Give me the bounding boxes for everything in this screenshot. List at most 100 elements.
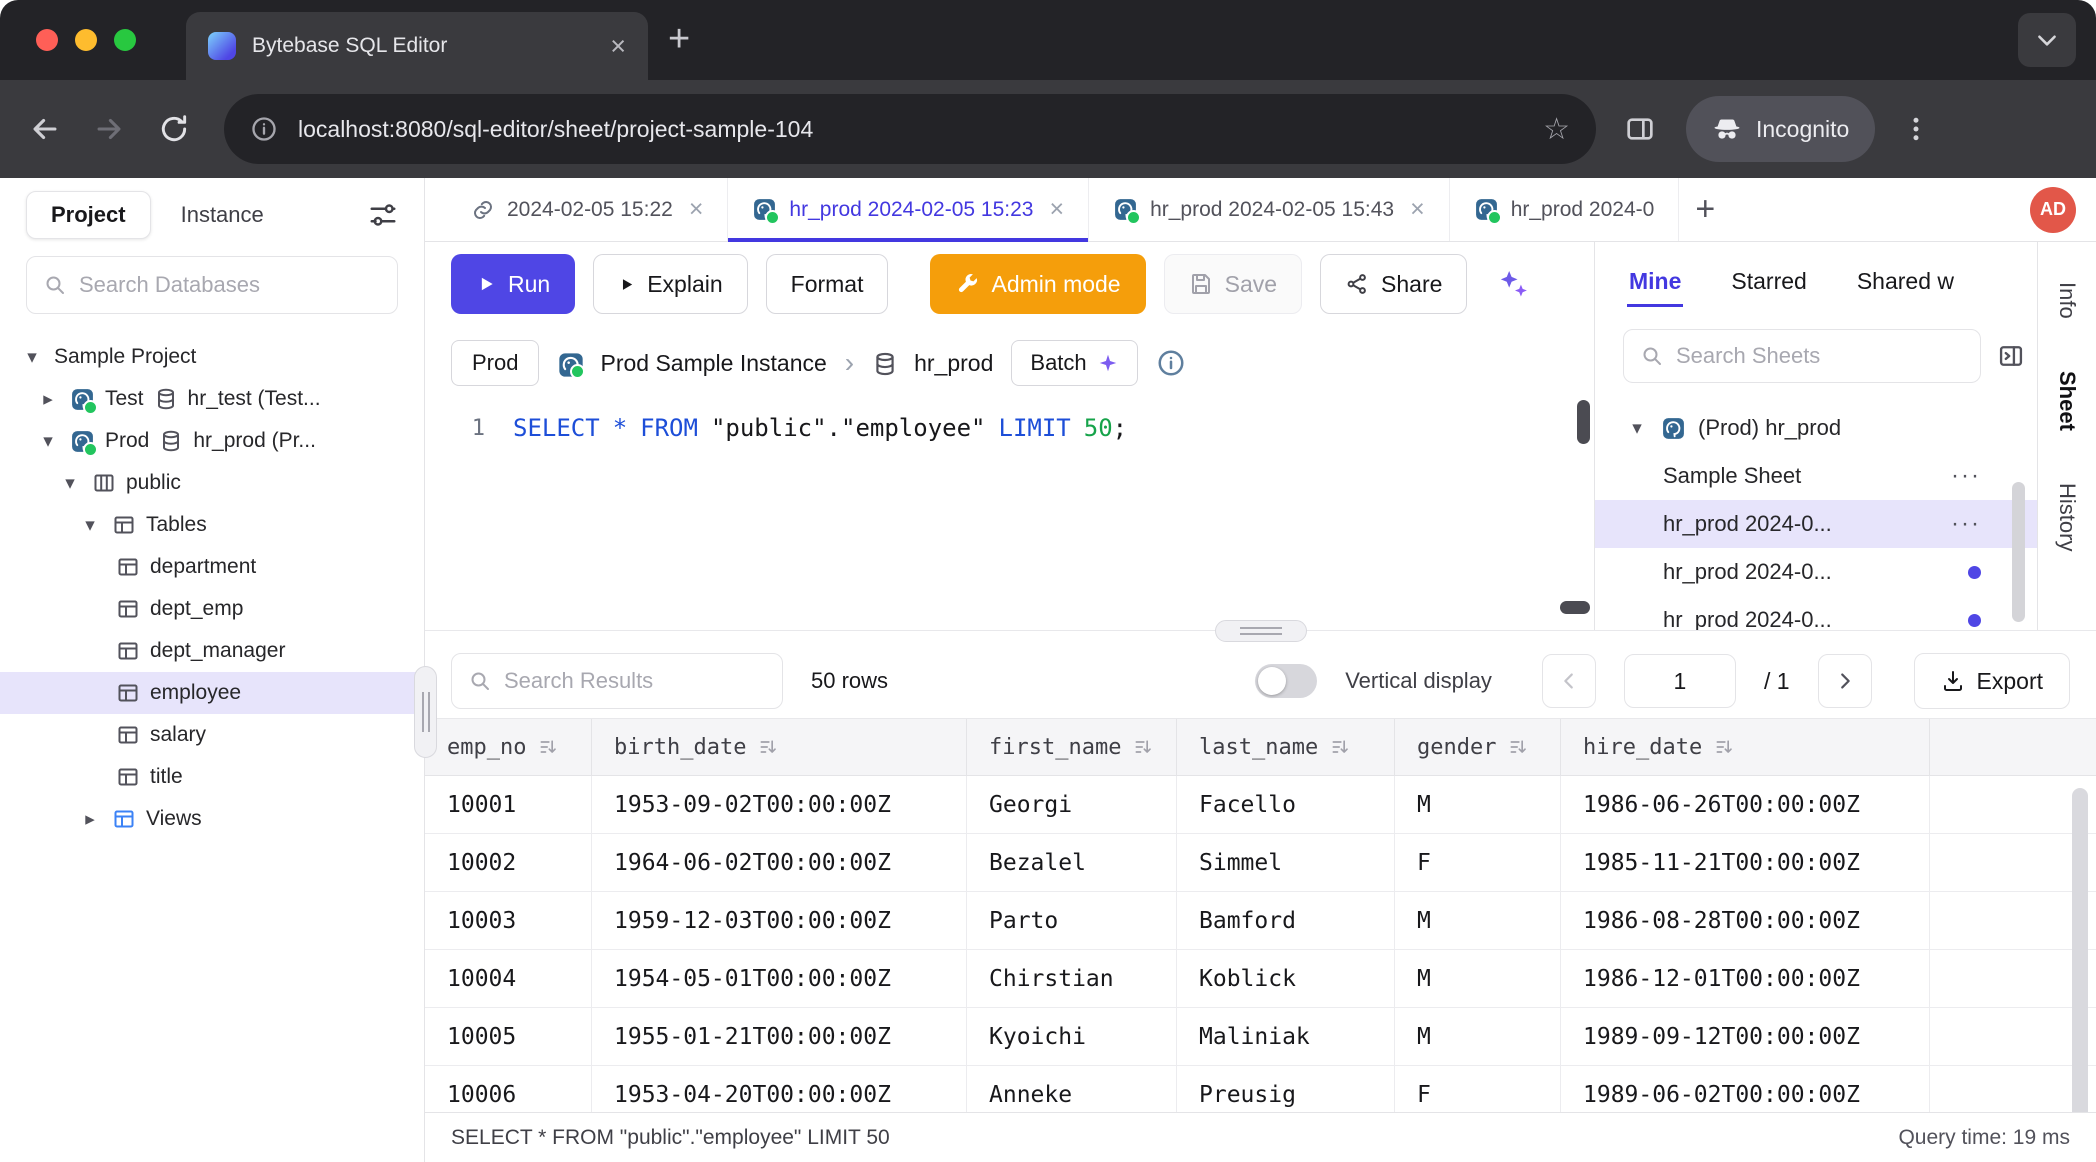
- sort-icon[interactable]: [1714, 737, 1734, 757]
- strip-tab-info[interactable]: Info: [2054, 282, 2080, 319]
- column-header-hire-date[interactable]: hire_date: [1561, 719, 1930, 775]
- database-search-input[interactable]: [79, 272, 381, 298]
- tree-item-table-dept-emp[interactable]: dept_emp: [0, 588, 424, 630]
- sort-icon[interactable]: [1133, 737, 1153, 757]
- sheet-panel-scrollbar[interactable]: [2012, 482, 2025, 622]
- next-page-button[interactable]: [1818, 654, 1872, 708]
- vertical-display-toggle[interactable]: [1255, 664, 1317, 698]
- explain-button[interactable]: Explain: [593, 254, 747, 314]
- collapse-panel-button[interactable]: [1997, 342, 2025, 370]
- browser-menu-button[interactable]: [1901, 114, 1931, 144]
- database-name[interactable]: hr_prod: [914, 350, 993, 377]
- cell[interactable]: 10005: [425, 1008, 592, 1065]
- results-search[interactable]: [451, 653, 783, 709]
- caret-down-icon[interactable]: ▾: [20, 346, 44, 369]
- environment-chip[interactable]: Prod: [451, 340, 539, 386]
- tab-starred[interactable]: Starred: [1729, 248, 1808, 315]
- forward-button[interactable]: [92, 112, 126, 146]
- cell[interactable]: 1954-05-01T00:00:00Z: [592, 950, 967, 1007]
- close-tab-icon[interactable]: ×: [689, 195, 704, 224]
- database-search[interactable]: [26, 256, 398, 314]
- strip-tab-sheet[interactable]: Sheet: [2054, 371, 2080, 431]
- share-button[interactable]: Share: [1320, 254, 1467, 314]
- tree-item-sample-project[interactable]: ▾ Sample Project: [0, 336, 424, 378]
- bookmark-star-icon[interactable]: ☆: [1543, 112, 1570, 147]
- cell[interactable]: 1986-08-28T00:00:00Z: [1561, 892, 1930, 949]
- reload-button[interactable]: [158, 113, 190, 145]
- cell[interactable]: 1985-11-21T00:00:00Z: [1561, 834, 1930, 891]
- editor-tab-active[interactable]: hr_prod 2024-02-05 15:23 ×: [728, 178, 1089, 241]
- instance-name[interactable]: Prod Sample Instance: [600, 350, 826, 377]
- sheet-more-button[interactable]: ···: [1951, 462, 1981, 490]
- editor-vertical-scrollbar[interactable]: [1577, 400, 1590, 444]
- format-button[interactable]: Format: [766, 254, 889, 314]
- admin-mode-button[interactable]: Admin mode: [930, 254, 1145, 314]
- table-row[interactable]: 100051955-01-21T00:00:00ZKyoichiMaliniak…: [425, 1008, 2096, 1066]
- column-header-first-name[interactable]: first_name: [967, 719, 1177, 775]
- cell[interactable]: Simmel: [1177, 834, 1395, 891]
- caret-down-icon[interactable]: ▾: [78, 514, 102, 537]
- cell[interactable]: Koblick: [1177, 950, 1395, 1007]
- export-button[interactable]: Export: [1914, 653, 2070, 709]
- sort-icon[interactable]: [1330, 737, 1350, 757]
- cell[interactable]: F: [1395, 1066, 1561, 1112]
- sort-icon[interactable]: [1508, 737, 1528, 757]
- sort-icon[interactable]: [758, 737, 778, 757]
- table-row[interactable]: 100011953-09-02T00:00:00ZGeorgiFacelloM1…: [425, 776, 2096, 834]
- connection-info-button[interactable]: [1156, 348, 1186, 378]
- column-header-birth-date[interactable]: birth_date: [592, 719, 967, 775]
- sheet-item-selected[interactable]: hr_prod 2024-0... ···: [1595, 500, 2037, 548]
- cell[interactable]: 1986-12-01T00:00:00Z: [1561, 950, 1930, 1007]
- tree-item-schema-public[interactable]: ▾ public: [0, 462, 424, 504]
- minimize-window-button[interactable]: [75, 29, 97, 51]
- editor-tab-2[interactable]: hr_prod 2024-02-05 15:43 ×: [1089, 178, 1450, 241]
- tab-instance[interactable]: Instance: [181, 202, 264, 228]
- prev-page-button[interactable]: [1542, 654, 1596, 708]
- caret-down-icon[interactable]: ▾: [1625, 417, 1649, 440]
- close-window-button[interactable]: [36, 29, 58, 51]
- close-tab-icon[interactable]: ×: [1410, 195, 1425, 224]
- cell[interactable]: 10003: [425, 892, 592, 949]
- cell[interactable]: 1959-12-03T00:00:00Z: [592, 892, 967, 949]
- cell[interactable]: M: [1395, 776, 1561, 833]
- cell[interactable]: M: [1395, 892, 1561, 949]
- user-avatar[interactable]: AD: [2030, 187, 2076, 233]
- sheet-more-button[interactable]: ···: [1951, 510, 1981, 538]
- sheet-item-sample-sheet[interactable]: Sample Sheet ···: [1595, 452, 2037, 500]
- close-tab-icon[interactable]: ×: [1049, 195, 1064, 224]
- column-header-gender[interactable]: gender: [1395, 719, 1561, 775]
- tree-item-test-environment[interactable]: ▸ Test hr_test (Test...: [0, 378, 424, 420]
- results-search-input[interactable]: [504, 668, 766, 694]
- tree-item-table-department[interactable]: department: [0, 546, 424, 588]
- save-button[interactable]: Save: [1164, 254, 1302, 314]
- cell[interactable]: 1953-04-20T00:00:00Z: [592, 1066, 967, 1112]
- editor-tab-3[interactable]: hr_prod 2024-0: [1450, 178, 1680, 241]
- sidebar-resize-handle[interactable]: [414, 666, 437, 758]
- cell[interactable]: F: [1395, 834, 1561, 891]
- cell[interactable]: 1989-06-02T00:00:00Z: [1561, 1066, 1930, 1112]
- cell[interactable]: 1964-06-02T00:00:00Z: [592, 834, 967, 891]
- tab-search-chevron-button[interactable]: [2018, 13, 2076, 67]
- tree-item-table-salary[interactable]: salary: [0, 714, 424, 756]
- caret-right-icon[interactable]: ▸: [36, 388, 60, 411]
- cell[interactable]: Bezalel: [967, 834, 1177, 891]
- tree-item-table-dept-manager[interactable]: dept_manager: [0, 630, 424, 672]
- sort-icon[interactable]: [538, 737, 558, 757]
- cell[interactable]: Georgi: [967, 776, 1177, 833]
- table-row[interactable]: 100031959-12-03T00:00:00ZPartoBamfordM19…: [425, 892, 2096, 950]
- cell[interactable]: Chirstian: [967, 950, 1177, 1007]
- caret-right-icon[interactable]: ▸: [78, 808, 102, 831]
- cell[interactable]: Kyoichi: [967, 1008, 1177, 1065]
- cell[interactable]: 1955-01-21T00:00:00Z: [592, 1008, 967, 1065]
- tree-item-tables-group[interactable]: ▾ Tables: [0, 504, 424, 546]
- cell[interactable]: M: [1395, 950, 1561, 1007]
- tree-item-table-title[interactable]: title: [0, 756, 424, 798]
- tab-shared[interactable]: Shared w: [1855, 248, 1956, 315]
- splitter-handle[interactable]: [1215, 620, 1307, 642]
- ai-assistant-button[interactable]: [1485, 256, 1541, 312]
- cell[interactable]: 10006: [425, 1066, 592, 1112]
- sheet-group-prod-hr-prod[interactable]: ▾ (Prod) hr_prod: [1595, 404, 2037, 452]
- run-button[interactable]: Run: [451, 254, 575, 314]
- editor-horizontal-scrollbar[interactable]: [1560, 601, 1590, 614]
- results-scrollbar[interactable]: [2072, 788, 2088, 1112]
